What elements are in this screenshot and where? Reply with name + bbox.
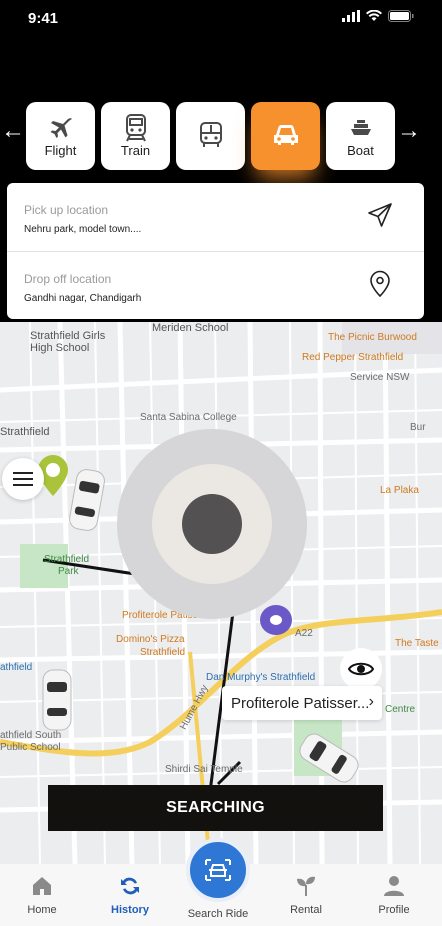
dropoff-value[interactable]: Gandhi nagar, Chandigarh — [24, 293, 141, 304]
status-time: 9:41 — [28, 10, 59, 27]
mode-car[interactable] — [251, 102, 320, 170]
tab-home-label: Home — [27, 904, 57, 916]
mode-boat[interactable]: Boat — [326, 102, 395, 170]
battery-icon — [388, 10, 414, 22]
place-info-pill[interactable]: Profiterole Patisser... › — [222, 686, 382, 720]
tab-profile[interactable]: Profile — [354, 874, 434, 916]
user-icon — [384, 876, 404, 896]
tab-rental[interactable]: Rental — [266, 874, 346, 916]
map-label: Bur — [410, 422, 426, 433]
car-front-icon — [205, 859, 231, 881]
map-label: Strathfield — [44, 554, 90, 565]
mode-flight[interactable]: Flight — [26, 102, 95, 170]
map-label: Meriden School — [152, 322, 229, 334]
eye-icon — [347, 662, 375, 676]
map-label: The Picnic Burwood — [328, 332, 417, 343]
map-label: Strathfield — [0, 426, 50, 438]
mode-train-label: Train — [120, 142, 151, 158]
car-icon — [271, 122, 301, 148]
map-label: Strathfield Girls — [30, 330, 106, 342]
tab-history-label: History — [111, 904, 149, 916]
mode-flight-label: Flight — [44, 142, 77, 158]
tab-rental-label: Rental — [290, 904, 322, 916]
searching-radar — [117, 429, 307, 619]
searching-button[interactable]: SEARCHING — [48, 785, 383, 831]
map-label: Dan Murphy's Strathfield — [206, 672, 316, 683]
radar-core — [182, 494, 242, 554]
map-label: La Plaka — [380, 485, 419, 496]
tab-profile-label: Profile — [378, 904, 410, 916]
radar-ring — [152, 464, 272, 584]
map-label: Red Pepper Strathfield — [302, 352, 404, 363]
status-bar: 9:41 — [0, 0, 442, 40]
plane-icon — [46, 115, 76, 141]
purple-pin-icon[interactable] — [258, 604, 294, 640]
pickup-row[interactable]: Pick up location Nehru park, model town.… — [7, 183, 424, 251]
dropoff-label: Drop off location — [24, 272, 112, 286]
map-label: Strathfield — [140, 647, 186, 658]
mode-boat-label: Boat — [347, 142, 374, 158]
map-label: Santa Sabina College — [140, 412, 237, 423]
map-label: Centre — [385, 704, 416, 715]
search-ride-button[interactable] — [186, 838, 250, 902]
mode-bus[interactable] — [176, 102, 245, 170]
wifi-icon — [366, 10, 382, 21]
map-label: Domino's Pizza — [116, 634, 185, 645]
home-icon — [33, 877, 51, 895]
map-pin-icon[interactable] — [366, 270, 394, 298]
bus-icon — [196, 122, 226, 148]
prev-arrow-button[interactable]: ← — [0, 118, 26, 144]
map-label: The Taste of — [395, 638, 442, 649]
train-icon — [121, 113, 151, 141]
menu-button[interactable] — [2, 458, 44, 500]
place-name: Profiterole Patisser... — [231, 694, 370, 712]
location-card: Pick up location Nehru park, model town.… — [7, 183, 424, 319]
transport-mode-list: Flight Train Boat — [26, 102, 395, 170]
pickup-value[interactable]: Nehru park, model town.... — [24, 224, 141, 235]
dropoff-row[interactable]: Drop off location Gandhi nagar, Chandiga… — [7, 251, 424, 319]
mode-train[interactable]: Train — [101, 102, 170, 170]
map-label: High School — [30, 342, 90, 354]
boat-icon — [346, 115, 376, 141]
map-label: athfield — [0, 662, 33, 673]
tab-home[interactable]: Home — [2, 874, 82, 916]
tab-history[interactable]: History — [90, 874, 170, 916]
map-label: Service NSW — [350, 372, 410, 383]
refresh-icon — [121, 877, 139, 895]
car-marker-icon — [42, 669, 72, 731]
next-arrow-button[interactable]: → — [396, 118, 422, 144]
status-icons — [342, 10, 414, 22]
signal-icon — [342, 10, 360, 22]
map-label: Public School — [0, 742, 61, 753]
sprout-icon — [297, 876, 315, 896]
chevron-right-icon: › — [368, 693, 374, 710]
map-label: Park — [58, 566, 79, 577]
tab-search-ride-label: Search Ride — [187, 908, 249, 920]
visibility-button[interactable] — [340, 648, 382, 690]
map-label: Shirdi Sai Temple — [165, 764, 243, 775]
pickup-label: Pick up location — [24, 203, 109, 217]
send-icon[interactable] — [366, 201, 394, 229]
hamburger-icon — [13, 472, 33, 486]
map-label: A22 — [295, 628, 313, 639]
